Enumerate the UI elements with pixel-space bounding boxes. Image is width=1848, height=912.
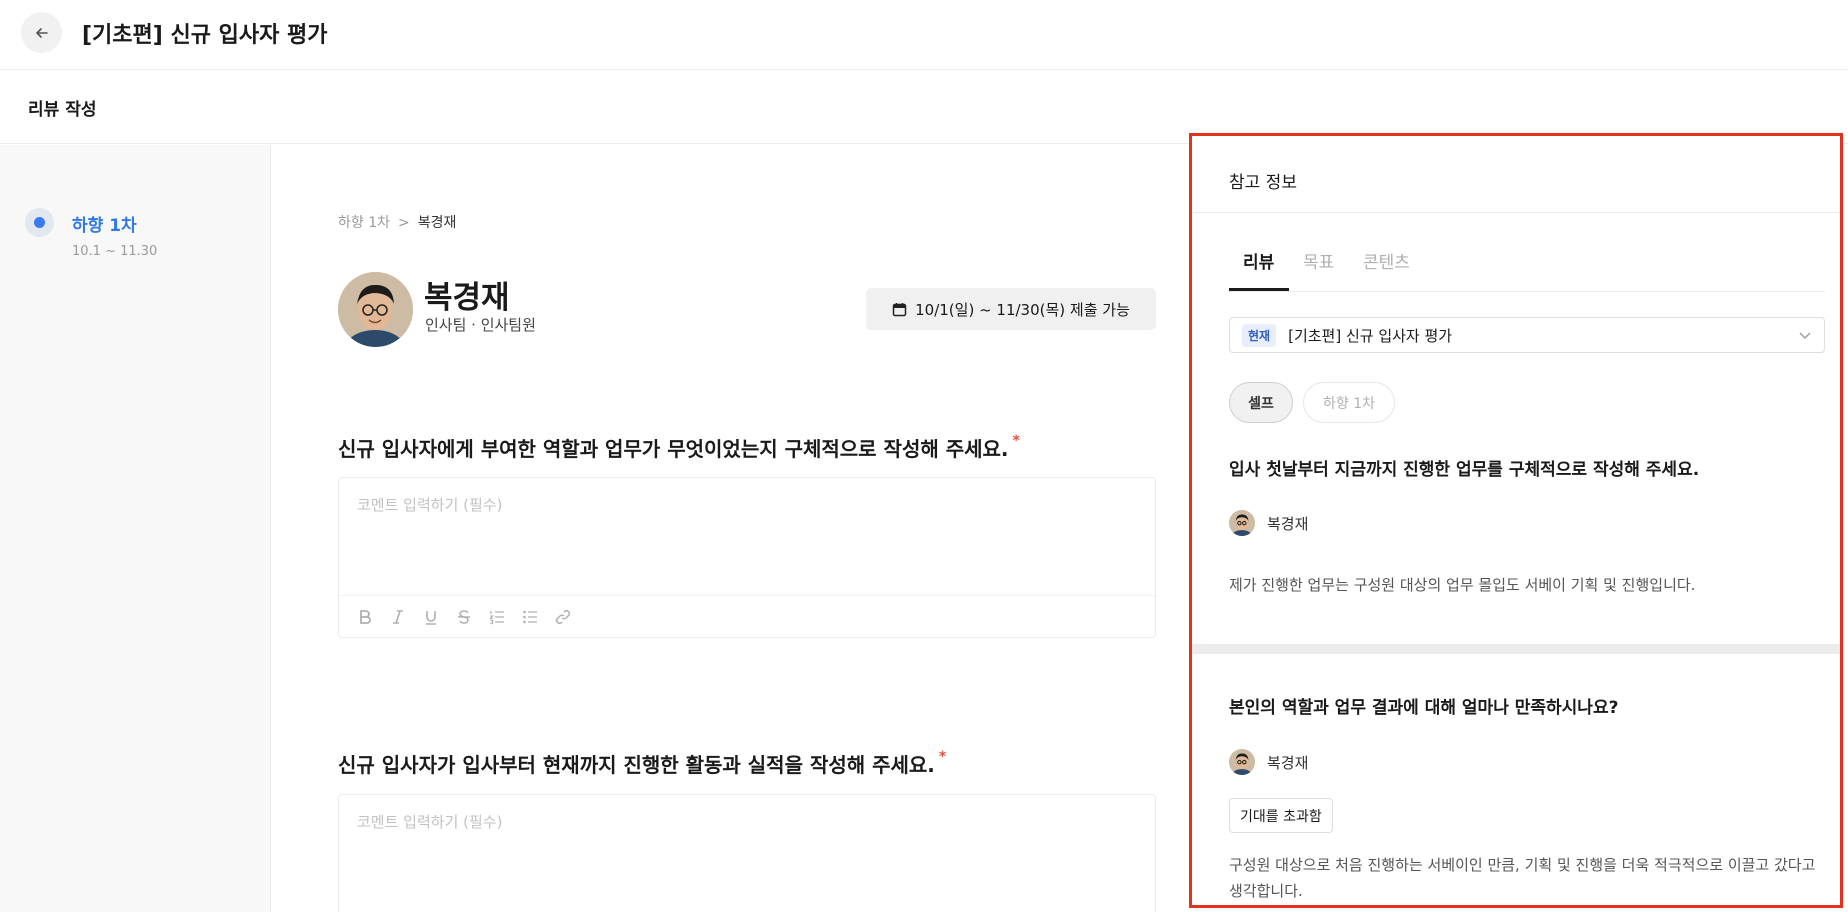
strikethrough-icon[interactable] bbox=[454, 607, 474, 627]
reference-question: 입사 첫날부터 지금까지 진행한 업무를 구체적으로 작성해 주세요. bbox=[1229, 460, 1700, 480]
comment-editor[interactable]: 코멘트 입력하기 (필수) bbox=[338, 477, 1156, 638]
top-bar: [기초편] 신규 입사자 평가 bbox=[0, 0, 1848, 70]
reference-panel: 참고 정보 리뷰 목표 콘텐츠 현재 [기초편] 신규 입사자 평가 셀프 하향… bbox=[1189, 133, 1843, 908]
editor-toolbar bbox=[339, 595, 1155, 637]
submission-period: 10/1(일) ~ 11/30(목) 제출 가능 bbox=[866, 288, 1156, 330]
review-select-value: [기초편] 신규 입사자 평가 bbox=[1288, 326, 1453, 345]
avatar bbox=[338, 272, 413, 347]
step-item-range: 10.1 ~ 11.30 bbox=[72, 244, 158, 259]
breadcrumb-separator: > bbox=[398, 215, 410, 231]
avatar bbox=[1229, 749, 1255, 775]
reference-question: 본인의 역할과 업무 결과에 대해 얼마나 만족하시나요? bbox=[1229, 698, 1619, 718]
tab-review[interactable]: 리뷰 bbox=[1243, 248, 1274, 273]
italic-icon[interactable] bbox=[388, 607, 408, 627]
link-icon[interactable] bbox=[553, 607, 573, 627]
current-badge: 현재 bbox=[1242, 323, 1277, 347]
filter-chip-downward[interactable]: 하향 1차 bbox=[1303, 382, 1395, 423]
reference-answer: 구성원 대상으로 처음 진행하는 서베이인 만큼, 기획 및 진행을 더욱 적극… bbox=[1229, 856, 1816, 900]
section-label: 리뷰 작성 bbox=[28, 100, 97, 120]
submission-period-text: 10/1(일) ~ 11/30(목) 제출 가능 bbox=[915, 300, 1130, 319]
underline-icon[interactable] bbox=[421, 607, 441, 627]
question-title: 신규 입사자가 입사부터 현재까지 진행한 활동과 실적을 작성해 주세요. * bbox=[338, 749, 946, 778]
review-select[interactable]: 현재 [기초편] 신규 입사자 평가 bbox=[1229, 317, 1825, 353]
required-mark: * bbox=[938, 749, 947, 765]
rating-badge: 기대를 초과함 bbox=[1229, 798, 1333, 833]
reference-answer: 제가 진행한 업무는 구성원 대상의 업무 몰입도 서베이 기획 및 진행입니다… bbox=[1229, 576, 1696, 594]
chevron-down-icon bbox=[1799, 332, 1811, 339]
step-sidebar: 하향 1차 10.1 ~ 11.30 bbox=[0, 145, 271, 912]
reviewer: 복경재 bbox=[1229, 510, 1308, 536]
calendar-icon bbox=[892, 302, 907, 316]
person-name: 복경재 bbox=[424, 280, 510, 316]
section-divider bbox=[1192, 644, 1840, 654]
back-button[interactable] bbox=[21, 12, 62, 53]
required-mark: * bbox=[1012, 433, 1020, 449]
question-text: 신규 입사자가 입사부터 현재까지 진행한 활동과 실적을 작성해 주세요. bbox=[338, 753, 935, 777]
bullet-list-icon[interactable] bbox=[520, 607, 540, 627]
page-title: [기초편] 신규 입사자 평가 bbox=[82, 23, 328, 48]
breadcrumb-current: 복경재 bbox=[417, 215, 457, 231]
tab-goal[interactable]: 목표 bbox=[1303, 248, 1334, 273]
comment-placeholder: 코멘트 입력하기 (필수) bbox=[357, 496, 503, 514]
avatar bbox=[1229, 510, 1255, 536]
step-indicator-icon bbox=[25, 208, 54, 237]
breadcrumb: 하향 1차 > 복경재 bbox=[338, 212, 456, 232]
tab-content[interactable]: 콘텐츠 bbox=[1363, 248, 1410, 273]
reviewer: 복경재 bbox=[1229, 749, 1308, 775]
question-text: 신규 입사자에게 부여한 역할과 업무가 무엇이었는지 구체적으로 작성해 주세… bbox=[338, 437, 1009, 461]
breadcrumb-parent[interactable]: 하향 1차 bbox=[338, 215, 390, 231]
active-tab-indicator bbox=[1229, 288, 1289, 291]
question-title: 신규 입사자에게 부여한 역할과 업무가 무엇이었는지 구체적으로 작성해 주세… bbox=[338, 433, 1020, 462]
reference-tabs: 리뷰 목표 콘텐츠 bbox=[1229, 248, 1825, 292]
arrow-left-icon bbox=[35, 27, 48, 38]
comment-placeholder: 코멘트 입력하기 (필수) bbox=[357, 813, 503, 831]
bold-icon[interactable] bbox=[355, 607, 375, 627]
reviewer-name: 복경재 bbox=[1267, 514, 1309, 533]
person-team: 인사팀 · 인사팀원 bbox=[425, 316, 536, 334]
comment-editor[interactable]: 코멘트 입력하기 (필수) bbox=[338, 794, 1156, 912]
ordered-list-icon[interactable] bbox=[487, 607, 507, 627]
reference-header: 참고 정보 bbox=[1192, 136, 1840, 213]
filter-chip-self[interactable]: 셀프 bbox=[1229, 382, 1293, 423]
reviewer-name: 복경재 bbox=[1267, 753, 1309, 772]
step-item-name[interactable]: 하향 1차 bbox=[72, 211, 137, 236]
reference-title: 참고 정보 bbox=[1229, 173, 1297, 193]
